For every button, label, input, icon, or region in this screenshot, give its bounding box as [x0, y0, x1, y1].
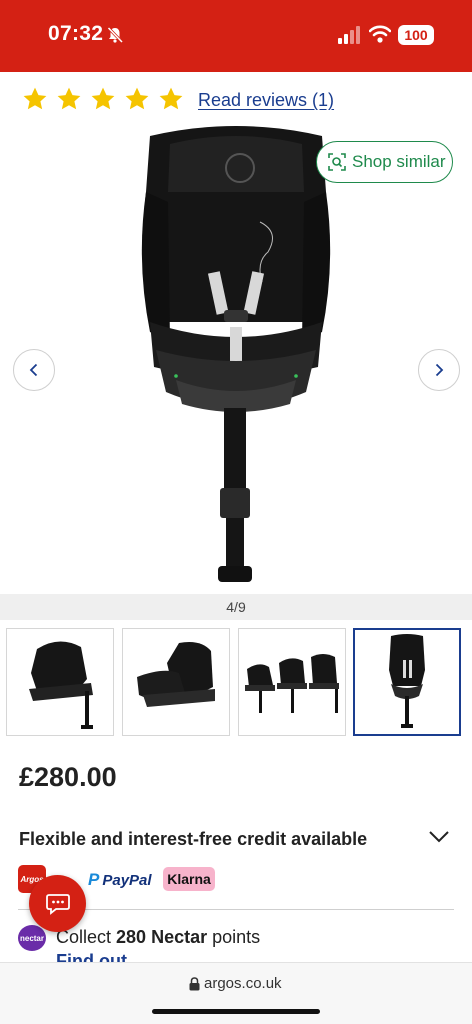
- gallery-next-button[interactable]: [418, 349, 460, 391]
- thumbnail-image: [245, 654, 339, 713]
- browser-url-bar[interactable]: [0, 962, 472, 1024]
- shop-similar-button[interactable]: Shop similar: [316, 141, 453, 183]
- thumbnail-strip: [0, 626, 472, 738]
- klarna-logo: Klarna: [163, 867, 215, 891]
- nectar-suffix: points: [207, 927, 261, 947]
- thumbnail-image: [29, 641, 93, 729]
- find-out-more-label: Find out more: [56, 952, 127, 962]
- visual-search-icon: [328, 153, 346, 171]
- thumbnail-2[interactable]: [122, 628, 230, 736]
- status-time: 07:32: [48, 22, 104, 45]
- star-icon: [125, 87, 149, 110]
- battery-icon: 100: [398, 25, 434, 45]
- thumbnail-1[interactable]: [6, 628, 114, 736]
- chat-bubble-icon: [45, 893, 70, 915]
- product-image: [141, 126, 331, 582]
- chevron-left-icon: [29, 363, 38, 377]
- thumbnail-image: [389, 634, 425, 728]
- paypal-icon: P: [88, 870, 100, 889]
- paypal-label: PayPal: [102, 871, 152, 889]
- bell-slash-icon: [107, 26, 124, 44]
- nectar-points-text: Collect 280 Nectar points: [56, 927, 260, 948]
- thumbnail-3[interactable]: [238, 628, 346, 736]
- thumbnail-4[interactable]: [353, 628, 461, 736]
- star-icon: [57, 87, 81, 110]
- gallery-previous-button[interactable]: [13, 349, 55, 391]
- credit-options-heading[interactable]: Flexible and interest-free credit availa…: [19, 829, 367, 850]
- paypal-logo: P PayPal: [88, 870, 152, 890]
- star-icon: [91, 87, 115, 110]
- star-icon: [23, 87, 47, 110]
- product-gallery[interactable]: [0, 122, 472, 594]
- product-price: £280.00: [19, 762, 117, 792]
- read-reviews-link[interactable]: Read reviews (1): [198, 90, 334, 111]
- home-indicator[interactable]: [152, 1009, 320, 1014]
- star-rating: [22, 84, 192, 114]
- chevron-right-icon: [435, 363, 444, 377]
- status-bar: 07:32 100: [0, 0, 472, 72]
- chevron-down-icon[interactable]: [428, 830, 450, 844]
- nectar-points: 280 Nectar: [116, 927, 208, 947]
- gallery-counter: 4/9: [0, 594, 472, 620]
- chat-button[interactable]: [29, 875, 86, 932]
- star-icon: [159, 87, 183, 110]
- lock-icon: [189, 977, 200, 991]
- browser-url: argos.co.uk: [204, 975, 282, 992]
- cellular-signal-icon: [338, 26, 360, 44]
- nectar-logo: nectar: [18, 925, 46, 951]
- nectar-row: nectar: [18, 925, 46, 951]
- thumbnail-image: [137, 642, 215, 707]
- shop-similar-label: Shop similar: [352, 152, 446, 171]
- find-out-more-link[interactable]: Find out more: [56, 952, 146, 962]
- wifi-icon: [369, 25, 391, 43]
